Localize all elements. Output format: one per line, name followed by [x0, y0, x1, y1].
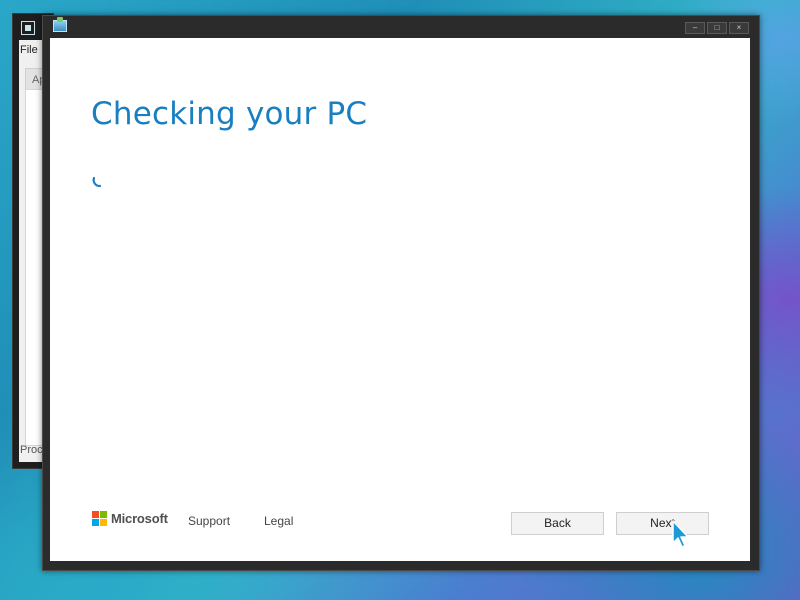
microsoft-squares-icon	[92, 511, 107, 526]
legal-link[interactable]: Legal	[264, 514, 293, 528]
back-button[interactable]: Back	[511, 512, 604, 535]
background-menu-file[interactable]: File	[20, 44, 38, 56]
close-button[interactable]: ×	[729, 22, 749, 34]
minimize-button[interactable]: –	[685, 22, 705, 34]
window-controls: – □ ×	[685, 22, 749, 34]
mouse-cursor-icon	[672, 520, 689, 548]
microsoft-logo: Microsoft	[92, 511, 168, 526]
support-link[interactable]: Support	[188, 514, 230, 528]
title-bar[interactable]: – □ ×	[43, 16, 759, 38]
setup-app-icon	[53, 17, 67, 32]
setup-content: Checking your PC Microsoft Support Legal…	[50, 38, 750, 561]
background-status: Proc	[20, 444, 43, 456]
page-title: Checking your PC	[91, 96, 368, 132]
microsoft-wordmark: Microsoft	[111, 511, 168, 526]
setup-window: – □ × Checking your PC Microsoft Support…	[42, 15, 760, 571]
maximize-button[interactable]: □	[707, 22, 727, 34]
next-button[interactable]: Next	[616, 512, 709, 535]
task-manager-icon	[21, 21, 35, 35]
loading-spinner-icon	[92, 176, 102, 188]
